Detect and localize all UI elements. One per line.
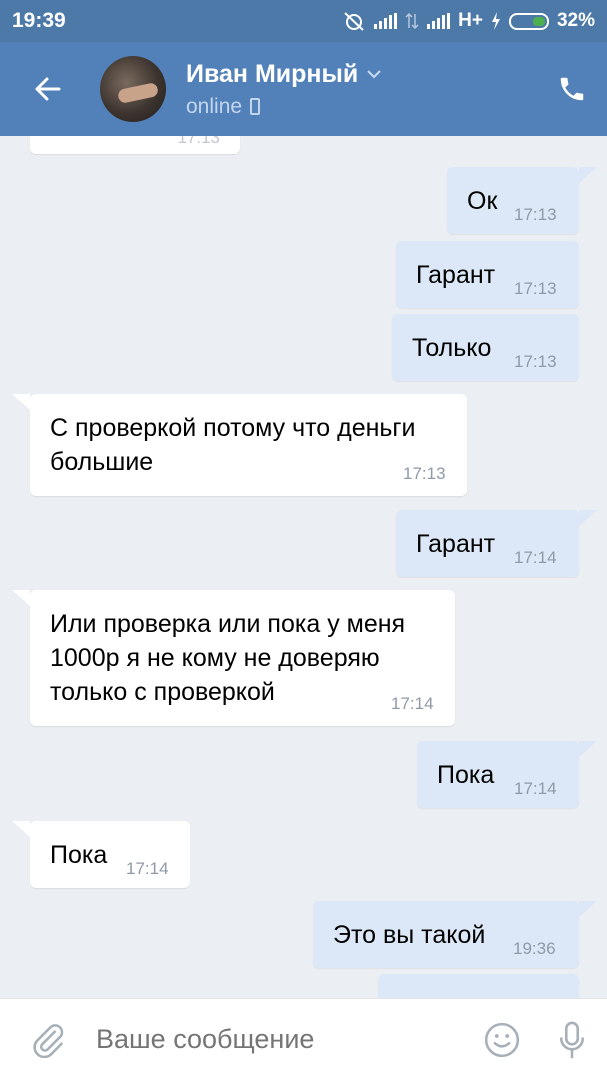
- status-indicators: H+ 32%: [342, 10, 595, 32]
- message-time: 17:14: [514, 548, 557, 567]
- bubble-tail: [12, 821, 30, 837]
- contact-info[interactable]: Иван Мирный online: [186, 60, 537, 119]
- chat-header: Иван Мирный online: [0, 42, 607, 136]
- contact-name: Иван Мирный: [186, 59, 359, 88]
- battery-percent: 32%: [556, 10, 595, 31]
- back-button[interactable]: [0, 42, 96, 136]
- message-bubble-outgoing[interactable]: Гарант 17:13: [396, 241, 579, 308]
- attach-button[interactable]: [0, 999, 96, 1080]
- message-text: Или проверка или пока у меня 1000р я не …: [50, 610, 406, 706]
- message-text: Гарант: [416, 261, 496, 289]
- message-bubble-outgoing[interactable]: Гарант 17:14: [396, 510, 597, 577]
- contact-name-row[interactable]: Иван Мирный: [186, 60, 537, 89]
- status-bar: 19:39 H+ 32%: [0, 0, 607, 42]
- message-bubble-outgoing[interactable]: Только 17:13: [392, 314, 579, 381]
- call-button[interactable]: [537, 42, 607, 136]
- back-arrow-icon: [35, 77, 61, 101]
- message-bubble-outgoing[interactable]: [378, 974, 579, 998]
- message-time: 17:14: [514, 779, 557, 798]
- charging-icon: [491, 12, 500, 30]
- contact-status-row: online: [186, 95, 537, 119]
- message-composer: [0, 998, 607, 1080]
- status-time: 19:39: [12, 9, 66, 32]
- message-bubble-outgoing[interactable]: Ок 17:13: [447, 167, 597, 234]
- contact-status: online: [186, 94, 243, 118]
- chevron-down-icon: [367, 70, 382, 79]
- bubble-tail: [579, 510, 597, 526]
- voice-message-button[interactable]: [537, 999, 607, 1080]
- message-text: Ок: [467, 187, 498, 215]
- message-bubble-outgoing[interactable]: Пока 17:14: [417, 741, 597, 808]
- message-text: Пока: [437, 761, 495, 789]
- message-bubble-incoming[interactable]: 17:13: [30, 136, 240, 154]
- message-input[interactable]: [96, 1024, 467, 1055]
- message-bubble-incoming[interactable]: Пока 17:14: [12, 821, 190, 888]
- message-time: 19:36: [513, 939, 556, 958]
- bubble-tail: [579, 741, 597, 757]
- message-time: 17:14: [391, 694, 434, 713]
- data-arrows-icon: [405, 12, 419, 30]
- bubble-tail: [579, 167, 597, 183]
- message-text: С проверкой потому что деньги большие: [50, 414, 416, 476]
- mobile-phone-icon: [250, 98, 261, 115]
- signal-icon-2: [427, 13, 451, 29]
- message-text: Пока: [50, 841, 108, 869]
- call-icon: [560, 77, 584, 101]
- network-type: H+: [458, 10, 483, 31]
- message-text: Это вы такой: [333, 921, 486, 949]
- microphone-icon: [559, 1021, 584, 1058]
- bubble-tail: [579, 901, 597, 917]
- bubble-tail: [12, 394, 30, 410]
- message-text: Гарант: [416, 530, 496, 558]
- emoji-icon: [484, 1022, 520, 1057]
- message-bubble-outgoing[interactable]: Это вы такой 19:36: [313, 901, 597, 968]
- emoji-button[interactable]: [467, 999, 537, 1080]
- message-bubble-incoming[interactable]: С проверкой потому что деньги большие 17…: [12, 394, 467, 496]
- message-time: 17:13: [403, 464, 446, 483]
- message-time: 17:13: [514, 352, 557, 371]
- bubble-tail: [12, 590, 30, 606]
- paperclip-icon: [33, 1023, 64, 1058]
- silent-alarm-icon: [344, 12, 364, 31]
- message-time: 17:14: [126, 859, 169, 878]
- message-time: 17:13: [514, 205, 557, 224]
- battery-icon: [508, 12, 549, 30]
- message-bubble-incoming[interactable]: Или проверка или пока у меня 1000р я не …: [12, 590, 455, 726]
- avatar[interactable]: [100, 56, 166, 122]
- message-text: Только: [412, 334, 492, 362]
- message-time: 17:13: [177, 136, 220, 147]
- message-time: 17:13: [514, 279, 557, 298]
- signal-icon: [374, 13, 398, 29]
- message-list[interactable]: 17:13 Ок 17:13 Гарант 17:13 Только 17:13…: [0, 136, 607, 998]
